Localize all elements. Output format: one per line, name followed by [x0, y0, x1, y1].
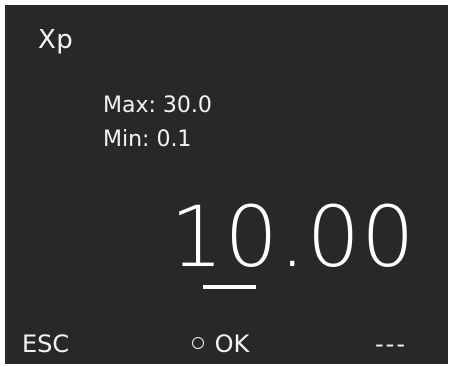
- ok-softkey-label: OK: [214, 330, 250, 358]
- parameter-screen: Xp Max: 30.0 Min: 0.1 10.00 ESC OK ---: [5, 5, 448, 364]
- value-digit-1[interactable]: 1: [170, 187, 224, 287]
- parameter-title: Xp: [38, 25, 74, 55]
- limits-block: Max: 30.0 Min: 0.1: [103, 89, 212, 157]
- value-digit-4[interactable]: 0: [361, 187, 415, 287]
- value-display[interactable]: 10.00: [170, 187, 416, 297]
- min-limit-label: Min: 0.1: [103, 127, 192, 152]
- ring-icon: [192, 337, 204, 349]
- max-limit-label: Max: 30.0: [103, 93, 212, 118]
- decimal-point: .: [278, 188, 307, 286]
- value-digit-2-selected[interactable]: 0: [224, 187, 278, 287]
- ok-softkey[interactable]: OK: [192, 324, 249, 364]
- right-softkey[interactable]: ---: [375, 324, 407, 364]
- esc-softkey[interactable]: ESC: [22, 324, 69, 364]
- softkey-bar: ESC OK ---: [5, 324, 448, 364]
- digit-cursor-underline: [203, 285, 256, 289]
- value-digit-3[interactable]: 0: [307, 187, 361, 287]
